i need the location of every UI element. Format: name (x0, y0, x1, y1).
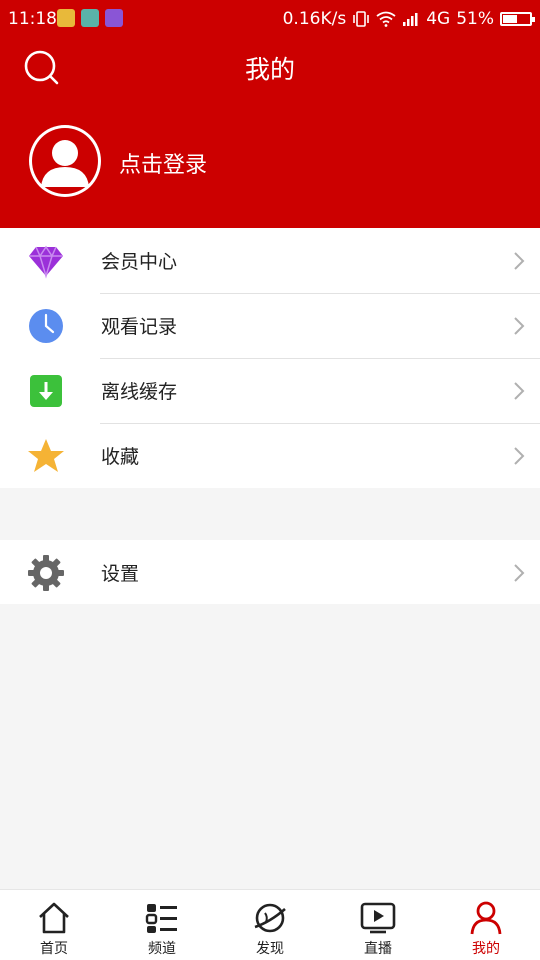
clock-icon (27, 307, 65, 345)
chevron-right-icon (514, 382, 525, 400)
default-avatar-icon (32, 128, 98, 194)
tab-label: 我的 (472, 941, 500, 957)
live-icon (360, 902, 396, 934)
profile-menu: 会员中心 观看记录 离线缓存 收藏 (0, 228, 540, 488)
settings-section: 设置 (0, 540, 540, 604)
menu-item-vip-center[interactable]: 会员中心 (0, 228, 540, 293)
download-icon (27, 372, 65, 410)
signal-icon (403, 13, 418, 26)
notification-phone-icon (105, 9, 123, 27)
menu-item-watch-history[interactable]: 观看记录 (0, 293, 540, 358)
login-link[interactable]: 点击登录 (119, 147, 207, 179)
notification-app-icon (57, 9, 75, 27)
tab-label: 首页 (40, 941, 68, 957)
tab-channels[interactable]: 频道 (108, 890, 216, 960)
menu-item-label: 观看记录 (101, 316, 178, 338)
profile-icon (470, 901, 502, 935)
status-bar: 11:18 0.16K/s 4G 51% (0, 0, 540, 38)
menu-item-label: 会员中心 (101, 251, 178, 273)
menu-item-favorites[interactable]: 收藏 (0, 423, 540, 488)
tab-live[interactable]: 直播 (324, 890, 432, 960)
page-title: 我的 (244, 55, 295, 84)
home-icon (39, 902, 69, 934)
menu-item-settings[interactable]: 设置 (0, 540, 540, 605)
chevron-right-icon (514, 252, 525, 270)
diamond-icon (27, 242, 65, 280)
network-speed: 0.16K/s (282, 9, 347, 29)
chevron-right-icon (514, 447, 525, 465)
tab-profile[interactable]: 我的 (432, 890, 540, 960)
battery-icon (500, 12, 535, 26)
menu-item-label: 收藏 (101, 446, 140, 468)
discover-icon (254, 903, 286, 933)
avatar[interactable] (29, 125, 101, 197)
tab-label: 频道 (148, 941, 176, 957)
tab-home[interactable]: 首页 (0, 890, 108, 960)
wifi-icon (376, 11, 396, 27)
status-time: 11:18 (8, 9, 57, 29)
battery-percent: 51% (456, 9, 494, 29)
channel-icon (145, 904, 177, 933)
vibrate-icon (353, 11, 370, 27)
menu-item-label: 设置 (101, 563, 140, 585)
notification-scan-icon (81, 9, 99, 27)
star-icon (27, 437, 65, 475)
tab-label: 发现 (256, 941, 284, 957)
chevron-right-icon (514, 317, 525, 335)
menu-item-label: 离线缓存 (101, 381, 178, 403)
chevron-right-icon (514, 564, 525, 582)
gear-icon (27, 554, 65, 592)
bottom-tab-bar: 首页 频道 发现 直播 我的 (0, 889, 540, 960)
profile-header: 我的 点击登录 (0, 38, 540, 228)
network-type: 4G (426, 9, 451, 29)
tab-label: 直播 (364, 941, 392, 957)
menu-item-offline-cache[interactable]: 离线缓存 (0, 358, 540, 423)
tab-discover[interactable]: 发现 (216, 890, 324, 960)
